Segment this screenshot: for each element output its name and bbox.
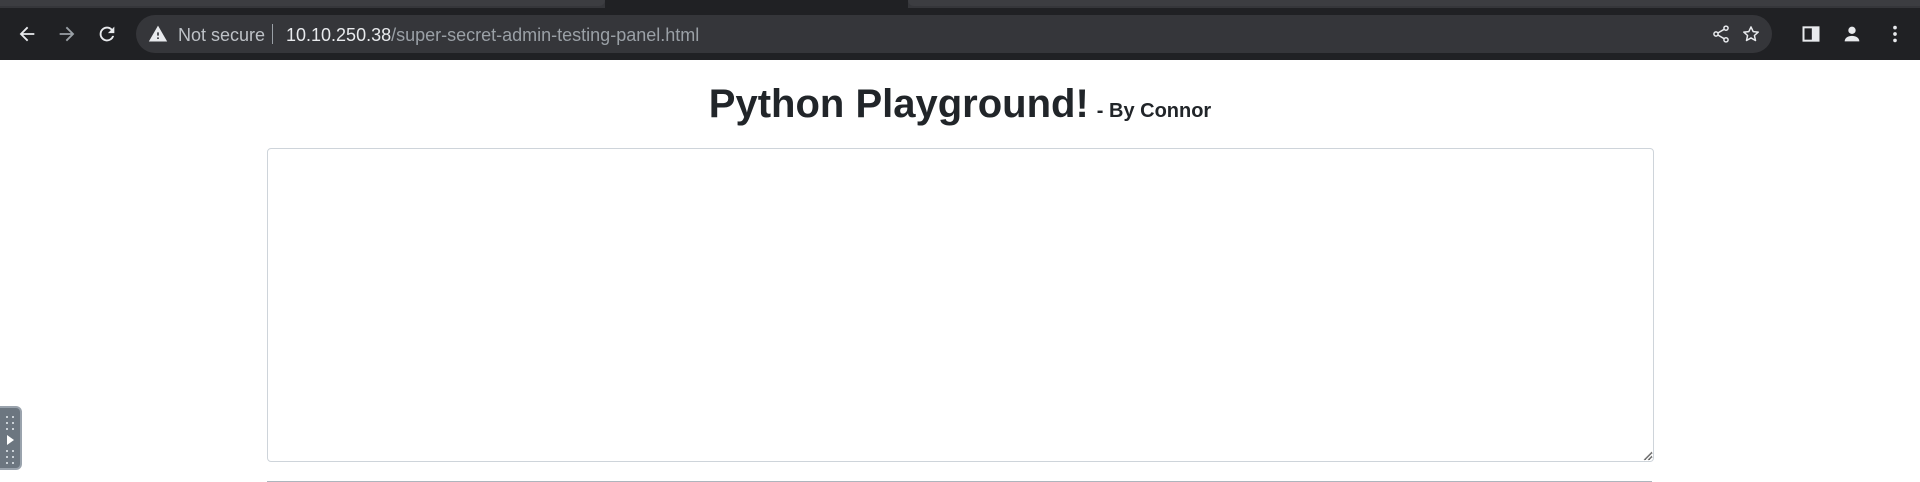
browser-chrome: Not secure 10.10.250.38/super-secret-adm… bbox=[0, 0, 1920, 60]
grip-dot bbox=[12, 422, 14, 424]
grip-dot bbox=[6, 416, 8, 418]
grip-dot bbox=[6, 450, 8, 452]
inactive-tab[interactable] bbox=[0, 0, 605, 6]
tab-strip bbox=[0, 0, 1920, 8]
side-panel-icon bbox=[1802, 26, 1820, 42]
url-path: /super-secret-admin-testing-panel.html bbox=[391, 25, 700, 45]
code-input[interactable] bbox=[267, 148, 1654, 462]
address-bar[interactable]: Not secure 10.10.250.38/super-secret-adm… bbox=[136, 15, 1772, 53]
grip-dot bbox=[6, 428, 8, 430]
side-drawer-toggle[interactable] bbox=[0, 406, 22, 470]
browser-toolbar: Not secure 10.10.250.38/super-secret-adm… bbox=[0, 8, 1920, 60]
security-label[interactable]: Not secure bbox=[178, 25, 265, 46]
grip-dot bbox=[6, 456, 8, 458]
grip-dot bbox=[12, 416, 14, 418]
grip-dot bbox=[12, 456, 14, 458]
grip-dot bbox=[12, 428, 14, 430]
side-panel-button[interactable] bbox=[1799, 22, 1823, 46]
page-content: Python Playground! - By Connor bbox=[0, 60, 1920, 482]
forward-button[interactable] bbox=[50, 17, 84, 51]
url-host: 10.10.250.38 bbox=[286, 25, 392, 45]
inactive-tab[interactable] bbox=[908, 0, 1920, 6]
browser-menu-button[interactable] bbox=[1883, 22, 1907, 46]
reload-icon bbox=[99, 26, 115, 42]
url-text[interactable]: 10.10.250.38/super-secret-admin-testing-… bbox=[286, 25, 699, 46]
profile-button[interactable] bbox=[1840, 22, 1864, 46]
page-heading: Python Playground! - By Connor bbox=[0, 82, 1920, 127]
omnibox-divider bbox=[272, 24, 273, 44]
forward-arrow-icon bbox=[59, 26, 75, 42]
play-icon bbox=[7, 435, 14, 445]
grip-dot bbox=[6, 462, 8, 464]
resize-handle-icon[interactable] bbox=[1641, 449, 1653, 461]
author-byline: - By Connor bbox=[1096, 100, 1212, 122]
reload-button[interactable] bbox=[90, 17, 124, 51]
back-button[interactable] bbox=[10, 17, 44, 51]
page-title: Python Playground! bbox=[708, 82, 1089, 126]
back-arrow-icon bbox=[19, 26, 35, 42]
share-icon[interactable] bbox=[1711, 24, 1731, 44]
grip-dot bbox=[6, 422, 8, 424]
profile-icon bbox=[1844, 26, 1860, 42]
star-icon[interactable] bbox=[1741, 24, 1761, 44]
kebab-menu-icon bbox=[1893, 25, 1897, 43]
grip-dot bbox=[12, 450, 14, 452]
warning-triangle-icon[interactable] bbox=[148, 24, 168, 44]
active-tab[interactable] bbox=[605, 0, 908, 8]
grip-dot bbox=[12, 462, 14, 464]
